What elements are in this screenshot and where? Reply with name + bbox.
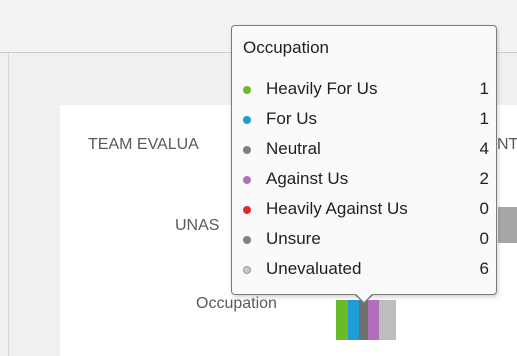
tooltip-row-label: For Us xyxy=(266,109,317,128)
tooltip-row-for-us: For Us 1 xyxy=(243,109,489,133)
occupation-bar-segment[interactable] xyxy=(359,300,368,340)
occupation-bar[interactable] xyxy=(336,300,396,340)
tooltip-row-label: Against Us xyxy=(266,169,349,188)
tooltip-row-unevaluated: Unevaluated 6 xyxy=(243,259,489,283)
tooltip-row-heavily-against-us: Heavily Against Us 0 xyxy=(243,199,489,223)
occupation-bar-segment[interactable] xyxy=(368,300,379,340)
tooltip-row-label: Heavily For Us xyxy=(266,79,378,98)
tooltip-row-label: Unevaluated xyxy=(266,259,362,278)
tooltip-row-count: 4 xyxy=(479,139,489,158)
occupation-bar-segment[interactable] xyxy=(379,300,396,340)
tooltip-row-count: 2 xyxy=(479,169,489,188)
team-evaluation-label-tail: NT xyxy=(497,136,517,153)
tooltip-row-label: Heavily Against Us xyxy=(266,199,408,218)
tooltip-arrow-fill xyxy=(354,292,374,302)
tooltip-row-count: 1 xyxy=(479,109,489,128)
tooltip-row-count: 1 xyxy=(479,79,489,98)
tooltip-row-count: 0 xyxy=(479,199,489,218)
tooltip-row-neutral: Neutral 4 xyxy=(243,139,489,163)
unassigned-bar[interactable] xyxy=(498,207,517,243)
gray-dot-icon xyxy=(243,236,251,244)
gray-dot-icon xyxy=(243,146,251,154)
light-gray-dot-icon xyxy=(243,266,251,274)
tooltip-row-label: Neutral xyxy=(266,139,321,158)
tooltip-row-heavily-for-us: Heavily For Us 1 xyxy=(243,79,489,103)
tooltip-title: Occupation xyxy=(243,38,329,57)
tooltip-row-count: 0 xyxy=(479,229,489,248)
panel-left-border xyxy=(8,53,9,356)
red-dot-icon xyxy=(243,206,251,214)
purple-dot-icon xyxy=(243,176,251,184)
green-dot-icon xyxy=(243,86,251,94)
occupation-bar-segment[interactable] xyxy=(348,300,359,340)
app-window: TEAM EVALUA NT UNAS Occupation Occupatio… xyxy=(0,0,517,356)
tooltip-row-against-us: Against Us 2 xyxy=(243,169,489,193)
occupation-label: Occupation xyxy=(196,295,277,312)
occupation-tooltip: Occupation Heavily For Us 1 For Us 1 Neu… xyxy=(231,25,497,295)
tooltip-row-unsure: Unsure 0 xyxy=(243,229,489,253)
tooltip-row-count: 6 xyxy=(479,259,489,278)
tooltip-row-label: Unsure xyxy=(266,229,321,248)
occupation-bar-segment[interactable] xyxy=(336,300,348,340)
unassigned-label: UNAS xyxy=(175,217,220,234)
team-evaluation-label: TEAM EVALUA xyxy=(88,136,199,153)
blue-dot-icon xyxy=(243,116,251,124)
